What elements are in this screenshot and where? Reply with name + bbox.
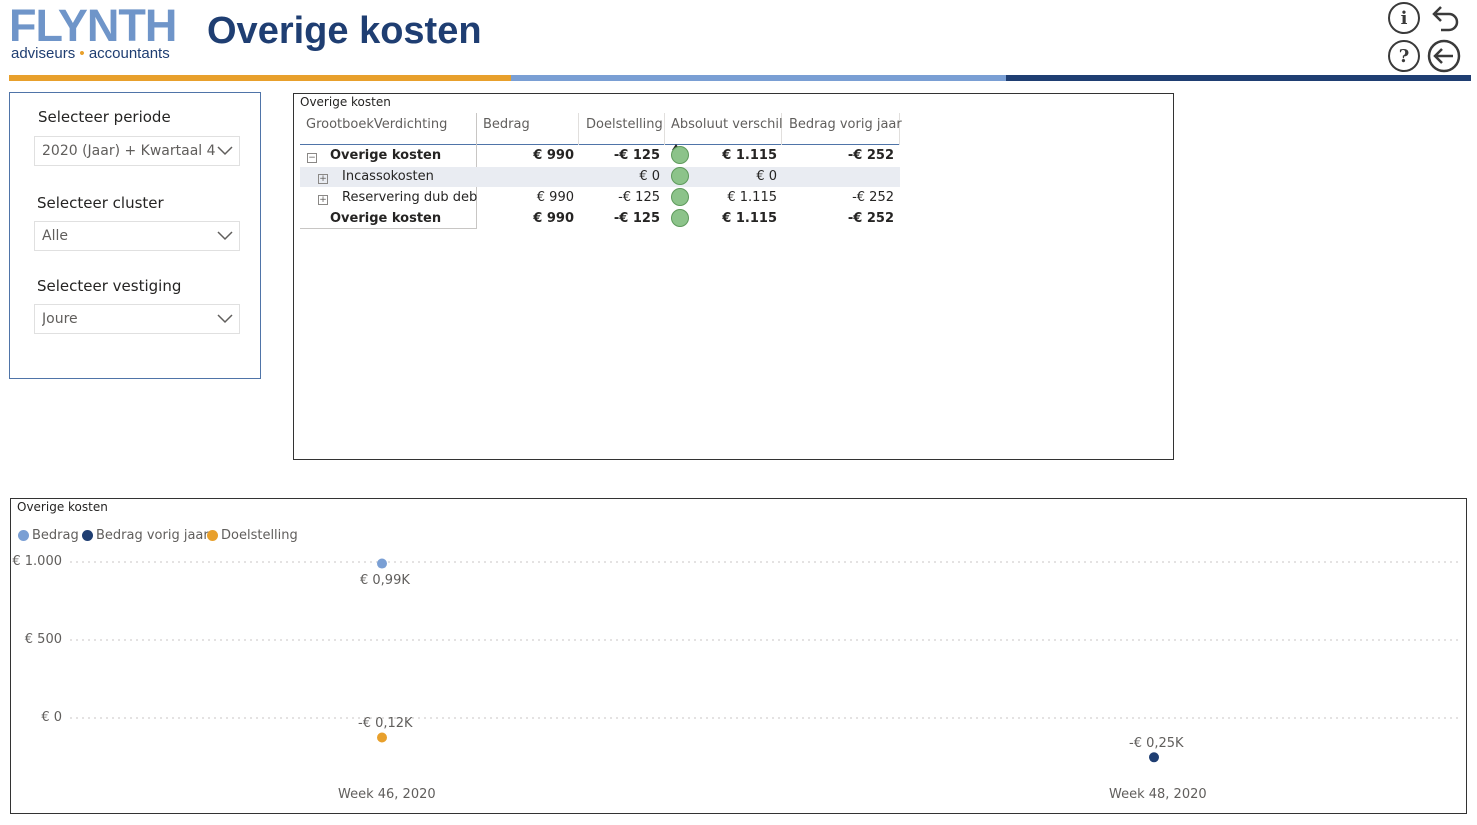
cell-doelstelling: -€ 125 <box>618 190 660 205</box>
cell-absoluut-verschil: € 0 <box>756 169 777 184</box>
status-indicator-green <box>671 146 689 164</box>
vestiging-value: Joure <box>42 311 78 327</box>
status-indicator-green <box>671 188 689 206</box>
header-bar-orange <box>9 75 511 81</box>
legend-dot <box>18 530 29 541</box>
legend-label: Bedrag <box>32 528 79 543</box>
status-indicator-green <box>671 209 689 227</box>
periode-dropdown[interactable]: 2020 (Jaar) + Kwartaal 4... <box>34 136 240 166</box>
vestiging-dropdown[interactable]: Joure <box>34 304 240 334</box>
expand-icon[interactable]: + <box>318 195 328 205</box>
legend-label: Doelstelling <box>221 528 298 543</box>
col-header-bedrag[interactable]: Bedrag <box>483 117 530 132</box>
periode-value: 2020 (Jaar) + Kwartaal 4... <box>42 143 217 159</box>
col-header-grootboek[interactable]: GrootboekVerdichting <box>306 117 447 132</box>
cell-absoluut-verschil: € 1.115 <box>727 190 777 205</box>
legend-label: Bedrag vorig jaar <box>96 528 209 543</box>
status-indicator-green <box>671 167 689 185</box>
cell-absoluut-verschil: € 1.115 <box>722 148 777 163</box>
info-icon[interactable]: i <box>1388 2 1420 34</box>
cell-bedrag: € 990 <box>536 190 574 205</box>
logo-sub-1: adviseurs <box>11 45 76 62</box>
col-header-bedrag-vorig-jaar[interactable]: Bedrag vorig jaar <box>789 117 902 132</box>
cell-bedrag: € 990 <box>533 148 574 163</box>
undo-icon[interactable] <box>1427 2 1461 36</box>
chevron-down-icon <box>217 146 233 156</box>
logo-subtitle: adviseurs • accountants <box>11 45 170 62</box>
slicer-label-vestiging: Selecteer vestiging <box>37 277 182 295</box>
collapse-icon[interactable]: − <box>307 153 317 163</box>
logo-sub-dot: • <box>79 45 85 62</box>
col-header-doelstelling[interactable]: Doelstelling <box>586 117 663 132</box>
data-point-bedrag-vorig-jaar[interactable] <box>1149 752 1159 763</box>
cluster-dropdown[interactable]: Alle <box>34 221 240 251</box>
cell-bedrag-vorig-jaar: -€ 252 <box>847 211 894 226</box>
slicer-label-periode: Selecteer periode <box>38 108 171 126</box>
row-name: Reservering dub deb <box>342 190 478 205</box>
logo-sub-2: accountants <box>88 45 170 62</box>
cluster-value: Alle <box>42 228 68 244</box>
chevron-down-icon <box>217 314 233 324</box>
logo-text: FLYNTH <box>9 0 177 51</box>
help-icon[interactable]: ? <box>1388 40 1420 72</box>
legend-item-bedrag[interactable]: Bedrag <box>18 528 79 543</box>
cell-bedrag: € 990 <box>533 211 574 226</box>
header-bar-lightblue <box>511 75 1006 81</box>
chevron-down-icon <box>217 231 233 241</box>
cell-doelstelling: € 0 <box>639 169 660 184</box>
legend-item-bedrag-vorig-jaar[interactable]: Bedrag vorig jaar <box>82 528 209 543</box>
chart-title: Overige kosten <box>17 500 108 514</box>
scatter-plot <box>70 558 1460 763</box>
table-header-underline <box>300 144 900 145</box>
table-col-divider <box>664 113 665 145</box>
data-label-doelstelling: -€ 0,12K <box>358 716 413 731</box>
table-col-divider <box>578 113 579 145</box>
slicer-label-cluster: Selecteer cluster <box>37 194 164 212</box>
y-tick-label: € 500 <box>24 632 62 647</box>
cell-doelstelling: -€ 125 <box>613 211 660 226</box>
x-tick-label: Week 48, 2020 <box>1109 787 1207 802</box>
cell-doelstelling: -€ 125 <box>613 148 660 163</box>
row-name: Incassokosten <box>342 169 434 184</box>
data-point-bedrag[interactable] <box>377 558 387 569</box>
col-header-absoluut-verschil[interactable]: Absoluut verschil <box>671 117 783 132</box>
data-label-bedrag: € 0,99K <box>360 573 410 588</box>
y-tick-label: € 1.000 <box>12 554 62 569</box>
table-footer-line <box>300 228 476 229</box>
header-bar-darkblue <box>1006 75 1471 81</box>
data-label-bedrag-vorig-jaar: -€ 0,25K <box>1129 736 1184 751</box>
table-title: Overige kosten <box>300 95 391 109</box>
x-tick-label: Week 46, 2020 <box>338 787 436 802</box>
legend-dot <box>207 530 218 541</box>
legend-dot <box>82 530 93 541</box>
expand-icon[interactable]: + <box>318 174 328 184</box>
cell-bedrag-vorig-jaar: -€ 252 <box>847 148 894 163</box>
cell-absoluut-verschil: € 1.115 <box>722 211 777 226</box>
row-name-total: Overige kosten <box>330 211 442 226</box>
legend-item-doelstelling[interactable]: Doelstelling <box>207 528 298 543</box>
y-tick-label: € 0 <box>41 710 62 725</box>
back-arrow-icon[interactable] <box>1427 39 1461 73</box>
page-title: Overige kosten <box>207 10 482 52</box>
row-name: Overige kosten <box>330 148 442 163</box>
cell-bedrag-vorig-jaar: -€ 252 <box>852 190 894 205</box>
data-point-doelstelling[interactable] <box>377 732 387 743</box>
